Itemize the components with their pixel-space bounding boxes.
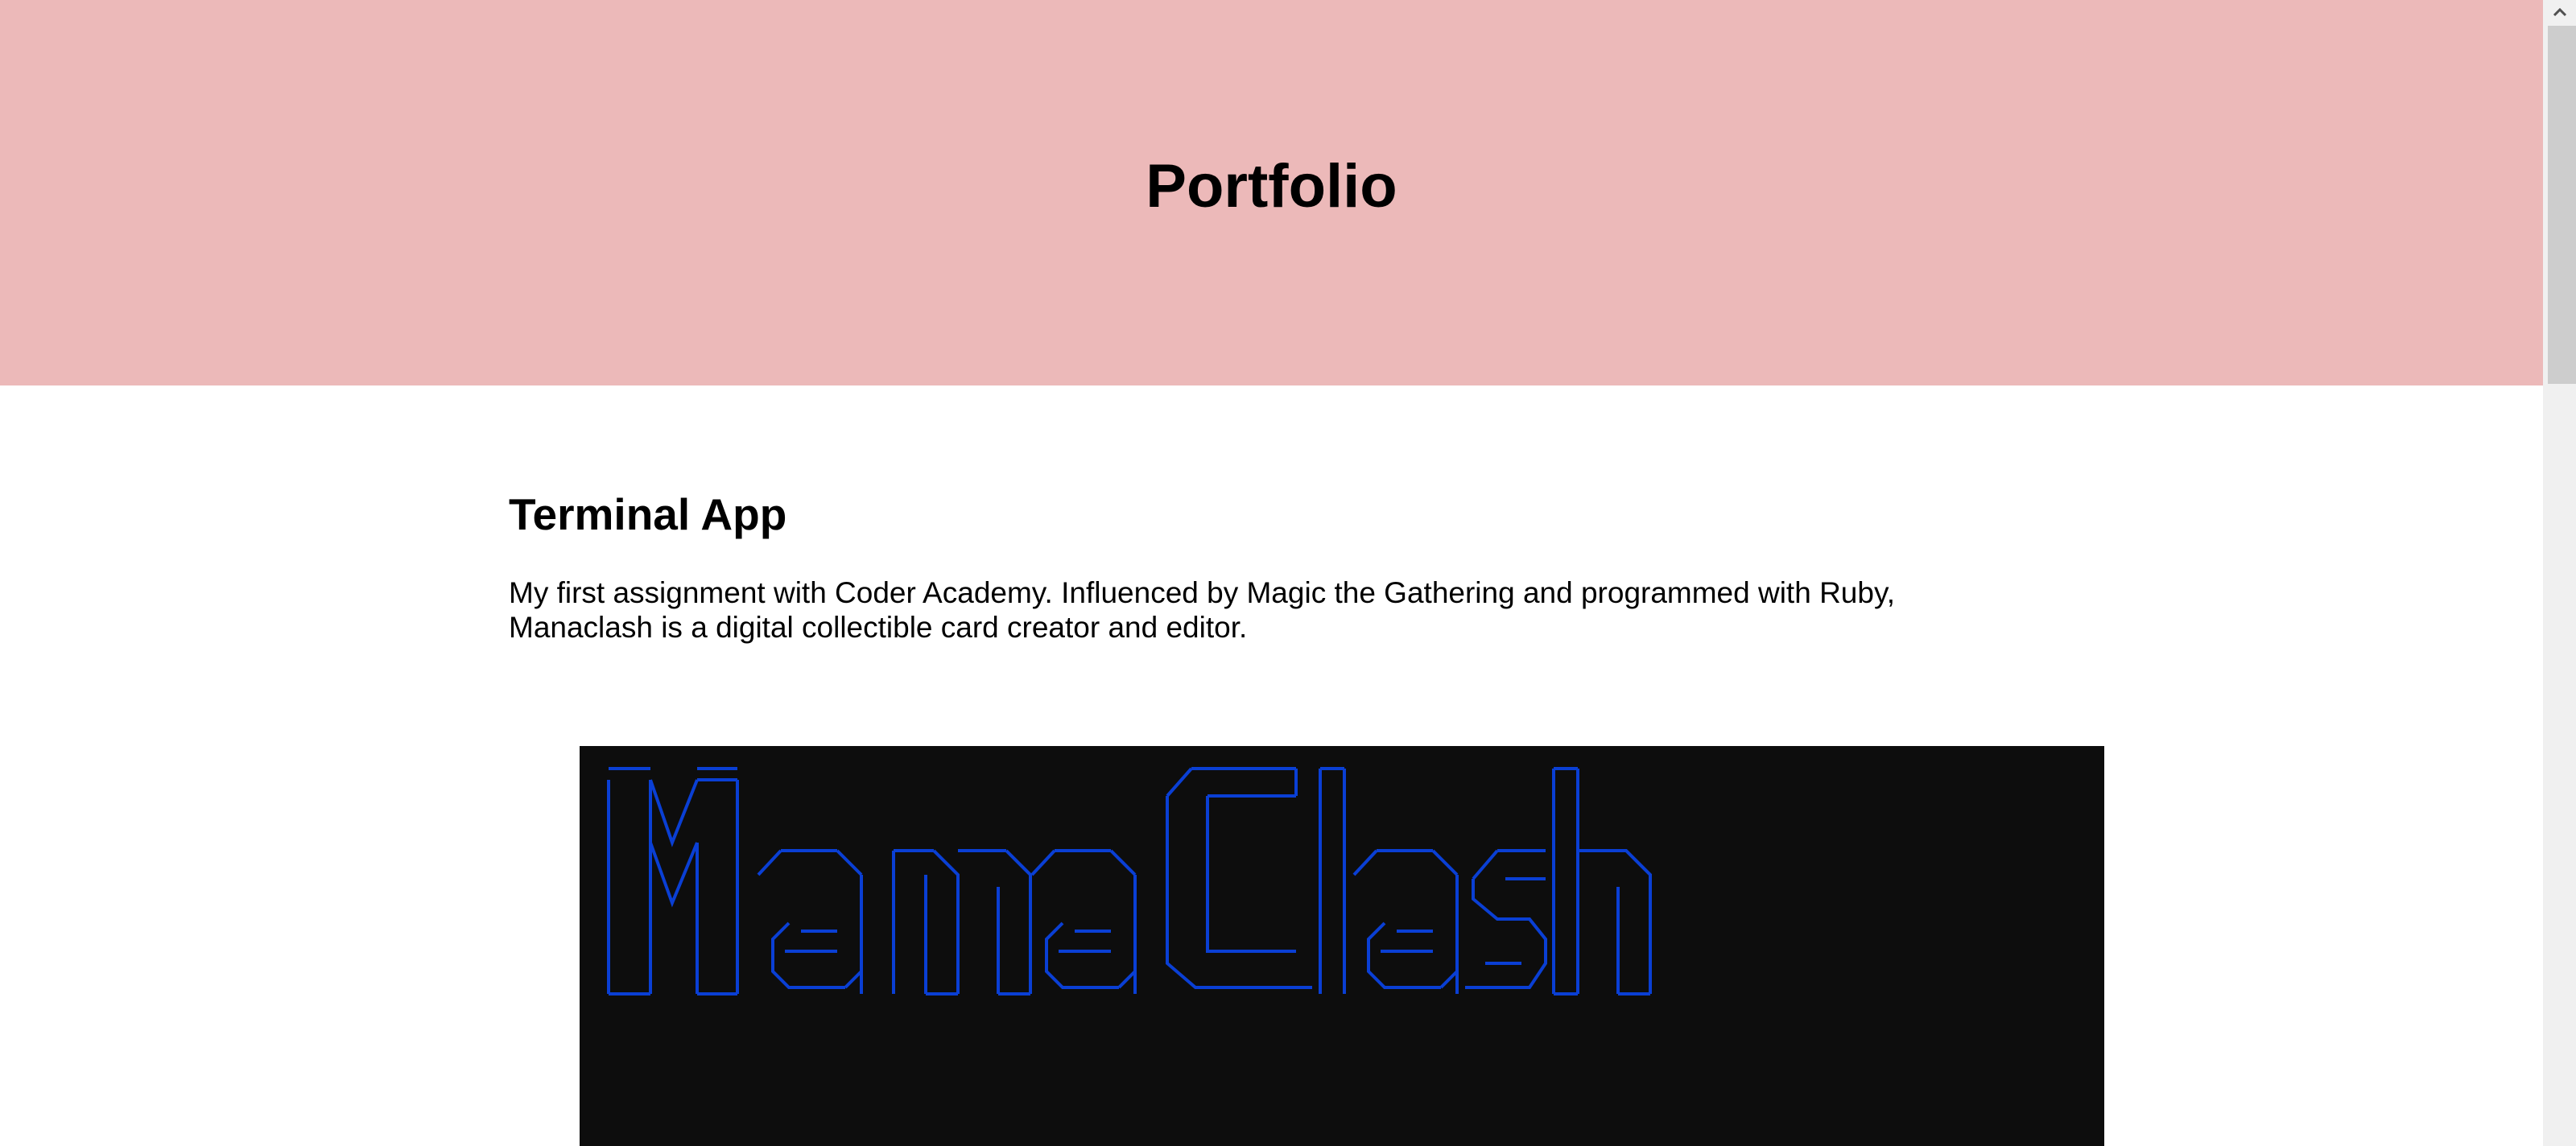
project-title: Terminal App (509, 489, 787, 539)
project-description: My first assignment with Coder Academy. … (509, 576, 1895, 644)
ascii-art-logo (607, 767, 1652, 996)
terminal-screenshot (580, 746, 2104, 1146)
page: Portfolio Terminal App My first assignme… (0, 0, 2543, 1146)
page-title: Portfolio (1146, 152, 1397, 221)
chevron-up-icon (2553, 7, 2566, 17)
vertical-scrollbar[interactable] (2543, 0, 2576, 1146)
hero-banner: Portfolio (0, 0, 2543, 385)
scroll-thumb[interactable] (2548, 26, 2576, 384)
scroll-up-button[interactable] (2543, 0, 2576, 24)
